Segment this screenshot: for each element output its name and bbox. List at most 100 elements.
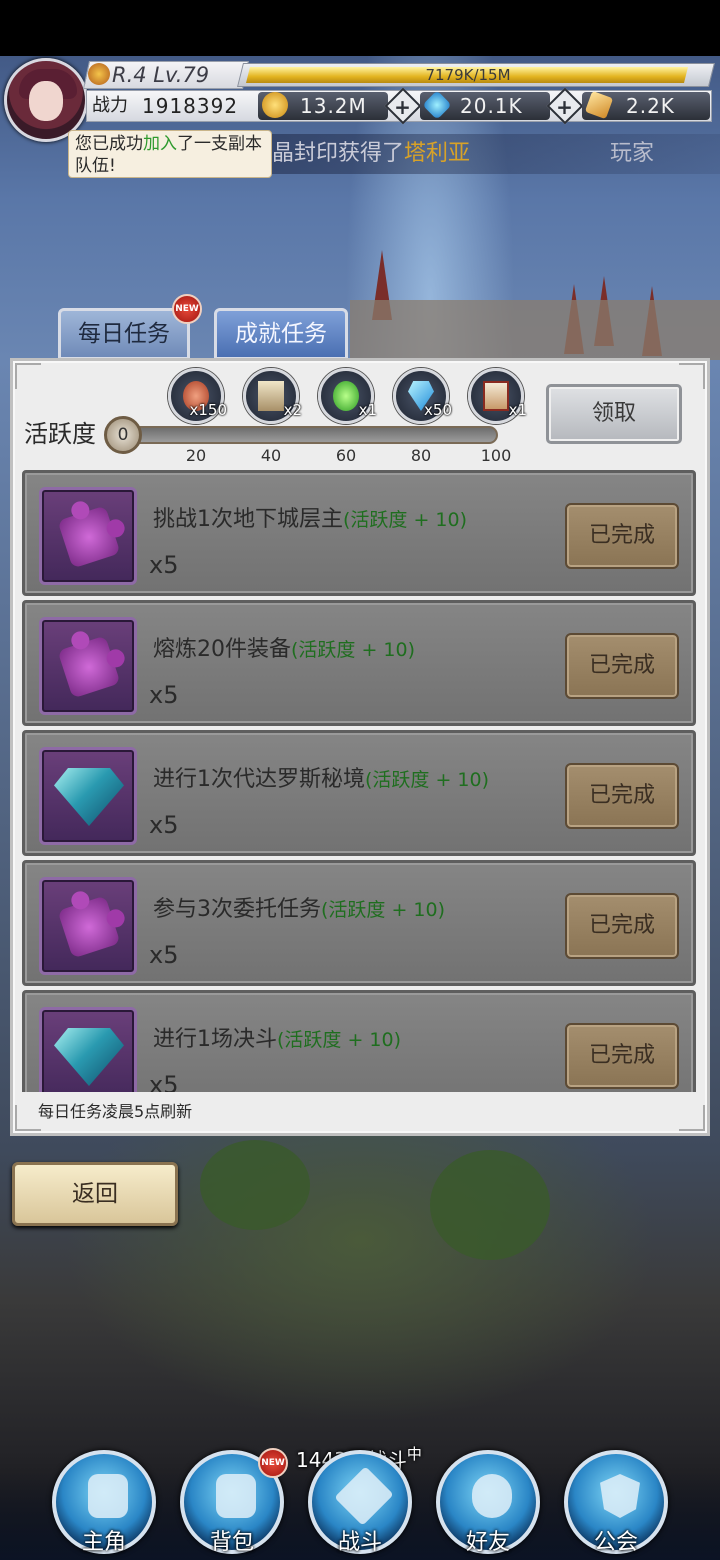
rank-level: R.4 Lv.79 <box>112 63 210 87</box>
puzzle-piece-icon <box>57 635 121 699</box>
tab-daily-tasks[interactable]: 每日任务 <box>58 308 190 360</box>
marquee-trailing: 玩家 <box>610 141 655 166</box>
task-title: 参与3次委托任务 <box>153 897 321 922</box>
new-badge: NEW <box>258 1448 288 1478</box>
diamond-value: 20.1K <box>460 94 523 118</box>
task-title: 熔炼20件装备 <box>153 637 291 662</box>
battle-status-suffix: 中 <box>406 1445 422 1463</box>
task-reward-icon <box>39 877 137 975</box>
task-reward-icon <box>39 1007 137 1092</box>
panel-corner-ornament <box>679 1105 705 1131</box>
reward-qty: x2 <box>283 401 302 419</box>
task-title: 进行1次代达罗斯秘境 <box>153 767 365 792</box>
tree <box>430 1150 550 1260</box>
task-reward-icon <box>39 617 137 715</box>
milestone-reward-100[interactable]: x1 <box>468 368 527 424</box>
milestone-reward-80[interactable]: x50 <box>393 368 452 424</box>
task-bonus: (活跃度 + 10) <box>291 639 416 661</box>
task-bonus: (活跃度 + 10) <box>343 509 468 531</box>
guild-crest-icon <box>600 1474 640 1518</box>
diamond-icon <box>54 1028 124 1086</box>
nav-label: 战斗 <box>337 1530 382 1555</box>
toast-highlight: 加入 <box>143 134 177 154</box>
task-title: 挑战1次地下城层主 <box>153 507 343 532</box>
activity-progress-bar <box>116 426 498 444</box>
rank-badge-icon <box>88 63 110 85</box>
task-bonus: (活跃度 + 10) <box>277 1029 402 1051</box>
castle-wall <box>350 300 720 360</box>
handshake-icon <box>472 1474 512 1518</box>
task-reward-qty: x5 <box>149 551 179 579</box>
tab-label: 成就任务 <box>235 321 327 347</box>
back-button[interactable]: 返回 <box>12 1162 178 1226</box>
notification-toast: 您已成功加入了一支副本队伍! <box>68 130 272 178</box>
diamond-icon <box>54 768 124 826</box>
new-badge: NEW <box>172 294 202 324</box>
power-value: 1918392 <box>142 94 239 118</box>
task-title-line: 参与3次委托任务(活跃度 + 10) <box>153 891 445 923</box>
nav-label: 主角 <box>81 1530 126 1555</box>
task-reward-icon <box>39 487 137 585</box>
task-row: 进行1场决斗(活跃度 + 10) x5 已完成 <box>22 990 696 1092</box>
task-title-line: 进行1次代达罗斯秘境(活跃度 + 10) <box>153 761 489 793</box>
reward-qty: x150 <box>189 401 227 419</box>
ticket-value: 2.2K <box>626 94 675 118</box>
task-row: 熔炼20件装备(活跃度 + 10) x5 已完成 <box>22 600 696 726</box>
tab-achievement-tasks[interactable]: 成就任务 <box>214 308 348 360</box>
task-row: 挑战1次地下城层主(活跃度 + 10) x5 已完成 <box>22 470 696 596</box>
milestone-label: 20 <box>185 446 207 465</box>
tab-label: 每日任务 <box>78 321 170 347</box>
nav-label: 好友 <box>465 1530 510 1555</box>
claim-button[interactable]: 领取 <box>546 384 682 444</box>
nav-label: 背包 <box>209 1530 254 1555</box>
task-completed-button[interactable]: 已完成 <box>565 503 679 569</box>
activity-value: 0 <box>104 416 142 454</box>
plus-icon: + <box>393 94 411 119</box>
marquee-highlight: 塔利亚 <box>404 141 471 166</box>
task-completed-button[interactable]: 已完成 <box>565 763 679 829</box>
milestone-label: 80 <box>410 446 432 465</box>
task-reward-qty: x5 <box>149 941 179 969</box>
reward-qty: x1 <box>358 401 377 419</box>
task-title: 进行1场决斗 <box>153 1027 277 1052</box>
milestone-reward-40[interactable]: x2 <box>243 368 302 424</box>
exp-text: 7179K/15M <box>425 66 511 84</box>
reward-qty: x1 <box>508 401 527 419</box>
task-reward-qty: x5 <box>149 1071 179 1092</box>
backpack-icon <box>216 1474 256 1518</box>
puzzle-piece-icon <box>57 895 121 959</box>
puzzle-piece-icon <box>57 505 121 569</box>
task-title-line: 进行1场决斗(活跃度 + 10) <box>153 1021 401 1053</box>
task-completed-button[interactable]: 已完成 <box>565 893 679 959</box>
marquee-text: 晶封印获得了 <box>272 141 405 166</box>
crossed-swords-icon <box>334 1466 394 1526</box>
task-title-line: 挑战1次地下城层主(活跃度 + 10) <box>153 501 467 533</box>
avatar-face <box>29 81 63 121</box>
task-bonus: (活跃度 + 10) <box>365 769 490 791</box>
task-reward-qty: x5 <box>149 681 179 709</box>
reward-qty: x50 <box>424 401 452 419</box>
panel-corner-ornament <box>15 363 41 389</box>
milestone-label: 60 <box>335 446 357 465</box>
activity-label: 活跃度 <box>24 420 96 448</box>
task-completed-button[interactable]: 已完成 <box>565 633 679 699</box>
milestone-reward-20[interactable]: x150 <box>168 368 227 424</box>
task-completed-button[interactable]: 已完成 <box>565 1023 679 1089</box>
nav-label: 公会 <box>593 1530 638 1555</box>
milestone-reward-60[interactable]: x1 <box>318 368 377 424</box>
plus-icon: + <box>555 94 573 119</box>
task-bonus: (活跃度 + 10) <box>321 899 446 921</box>
task-row: 参与3次委托任务(活跃度 + 10) x5 已完成 <box>22 860 696 986</box>
task-list[interactable]: 挑战1次地下城层主(活跃度 + 10) x5 已完成 熔炼20件装备(活跃度 +… <box>22 466 698 1092</box>
gold-coin-icon <box>262 92 288 118</box>
refresh-note: 每日任务凌晨5点刷新 <box>38 1102 193 1121</box>
milestone-label: 100 <box>480 446 512 465</box>
toast-text: 您已成功 <box>75 134 143 154</box>
task-reward-qty: x5 <box>149 811 179 839</box>
gold-value: 13.2M <box>300 94 367 118</box>
task-reward-icon <box>39 747 137 845</box>
status-bar-area <box>0 0 720 56</box>
panel-corner-ornament <box>679 363 705 389</box>
task-title-line: 熔炼20件装备(活跃度 + 10) <box>153 631 415 663</box>
hero-helmet-icon <box>88 1474 128 1518</box>
